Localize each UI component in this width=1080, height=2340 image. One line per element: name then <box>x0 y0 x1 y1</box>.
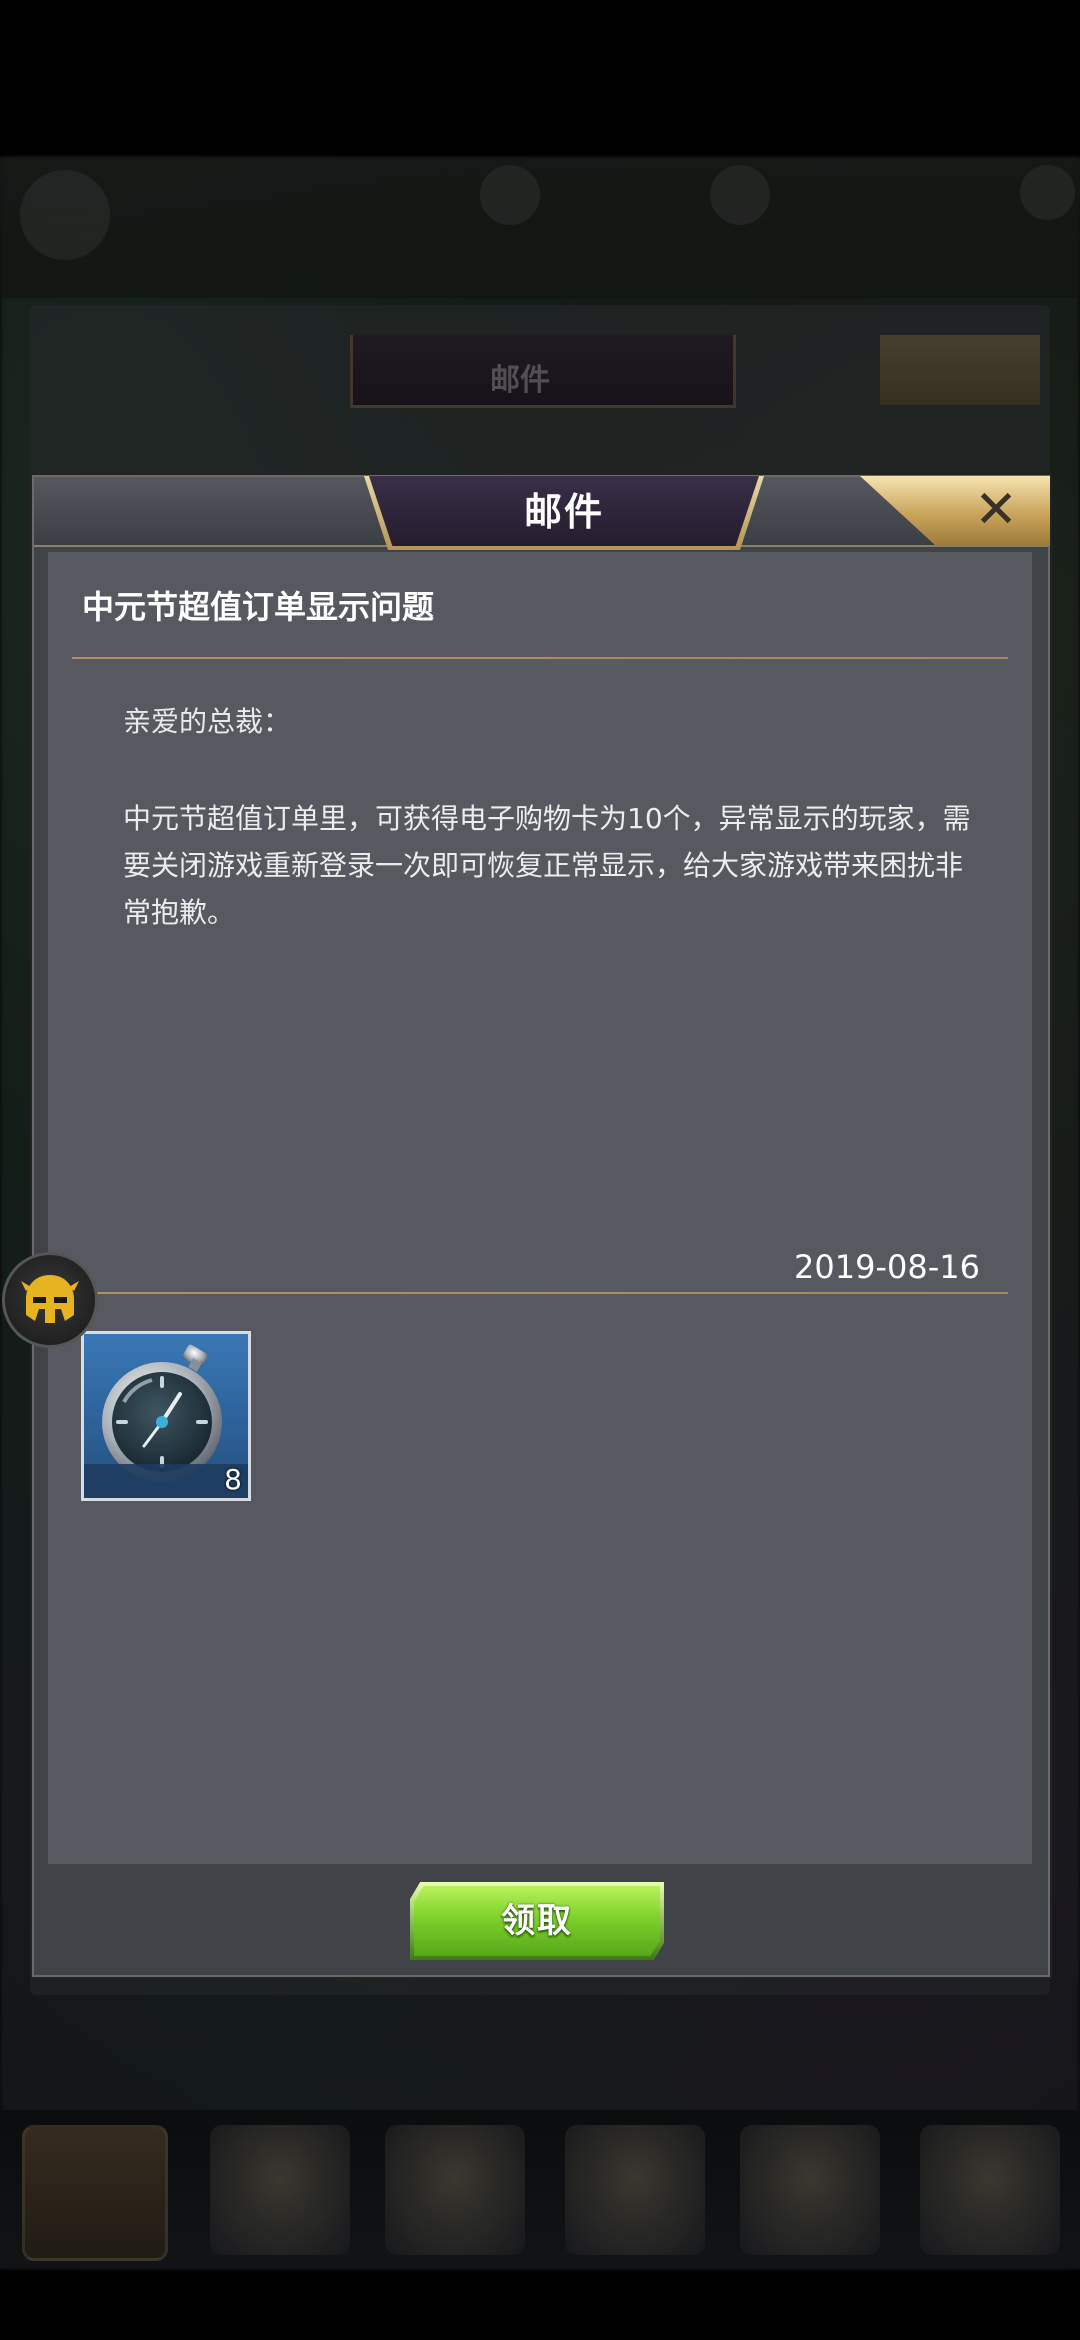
mail-body: 中元节超值订单里，可获得电子购物卡为10个，异常显示的玩家，需要关闭游戏重新登录… <box>123 802 971 929</box>
item-count: 8 <box>224 1463 242 1496</box>
date-divider <box>72 1292 1008 1294</box>
helmet-icon <box>21 1275 79 1323</box>
screen: 邮件 邮件 ✕ 中元节超值订单显示问题 亲爱的总裁： 中元节超值订单里，可获得电… <box>0 0 1080 2340</box>
attachment-item[interactable]: 8 <box>81 1331 251 1501</box>
mail-content-box <box>48 552 1032 1864</box>
close-icon[interactable]: ✕ <box>966 481 1026 541</box>
mail-date: 2019-08-16 <box>794 1248 980 1286</box>
claim-button-label: 领取 <box>501 1901 573 1941</box>
floating-assistant-button[interactable] <box>2 1252 98 1348</box>
dialog-title: 邮件 <box>523 490 604 534</box>
mail-greeting: 亲爱的总裁： <box>123 705 292 738</box>
mail-subject: 中元节超值订单显示问题 <box>82 588 435 626</box>
claim-button[interactable]: 领取 <box>414 1886 660 1956</box>
subject-divider <box>72 657 1008 659</box>
